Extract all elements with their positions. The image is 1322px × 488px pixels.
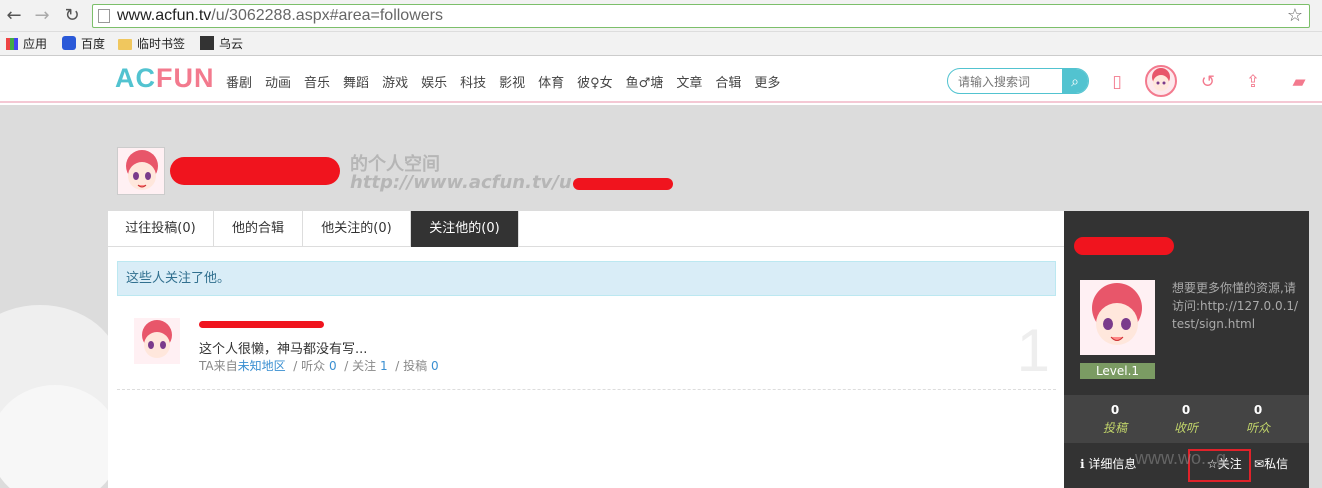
bookmark-star-icon[interactable]: ☆ bbox=[1287, 5, 1303, 26]
back-icon[interactable]: ← bbox=[4, 6, 24, 26]
apps-grid-icon bbox=[6, 38, 18, 50]
mobile-icon[interactable]: ▯ bbox=[1106, 71, 1128, 93]
search-box: ⌕ bbox=[947, 68, 1089, 94]
menu-item[interactable]: 彼♀女 bbox=[577, 72, 613, 91]
wooyun-icon bbox=[200, 36, 214, 50]
follower-avatar[interactable] bbox=[134, 318, 180, 364]
bookmarks-bar: 应用 百度 临时书签 乌云 bbox=[0, 32, 1322, 56]
message-button[interactable]: ✉私信 bbox=[1254, 455, 1288, 472]
site-header: ACFUN 番剧动画音乐舞蹈游戏娱乐科技影视体育彼♀女鱼♂塘文章合辑更多 ⌕ ▯… bbox=[0, 57, 1322, 103]
menu-item[interactable]: 文章 bbox=[676, 72, 702, 91]
menu-item[interactable]: 动画 bbox=[265, 72, 291, 91]
list-item: 这个人很懒，神马都没有写... TA来自未知地区 / 听众 0 / 关注 1 /… bbox=[117, 308, 1056, 390]
level-badge: Level.1 bbox=[1080, 363, 1155, 379]
main-panel: 过往投稿(0) 他的合辑 他关注的(0) 关注他的(0) 这些人关注了他。 这个… bbox=[108, 211, 1064, 488]
redaction-scribble bbox=[170, 157, 340, 185]
bookmark-baidu[interactable]: 百度 bbox=[62, 36, 105, 52]
upload-icon[interactable]: ⇪ bbox=[1242, 71, 1264, 93]
redaction-scribble bbox=[1074, 237, 1174, 255]
menu-item[interactable]: 番剧 bbox=[226, 72, 252, 91]
menu-item[interactable]: 鱼♂塘 bbox=[626, 72, 664, 91]
menu-item[interactable]: 体育 bbox=[538, 72, 564, 91]
profile-stats: 0 投稿 0 收听 0 听众 bbox=[1064, 395, 1309, 443]
bookmark-apps[interactable]: 应用 bbox=[6, 36, 47, 52]
menu-item[interactable]: 娱乐 bbox=[421, 72, 447, 91]
user-avatar[interactable] bbox=[1145, 65, 1177, 97]
tab-bar: 过往投稿(0) 他的合辑 他关注的(0) 关注他的(0) bbox=[108, 211, 1064, 247]
acfun-logo[interactable]: ACFUN bbox=[115, 63, 215, 94]
history-icon[interactable]: ↺ bbox=[1197, 71, 1219, 93]
bookmark-wooyun[interactable]: 乌云 bbox=[200, 36, 243, 52]
url-text: www.acfun.tv/u/3062288.aspx#area=followe… bbox=[117, 7, 443, 24]
profile-sidebar: 想要更多你懂的资源,请访问:http://127.0.0.1/test/sign… bbox=[1064, 211, 1309, 488]
redaction-scribble bbox=[573, 178, 673, 190]
tab-following[interactable]: 他关注的(0) bbox=[303, 211, 411, 247]
tab-followers[interactable]: 关注他的(0) bbox=[411, 211, 519, 247]
menu-item[interactable]: 更多 bbox=[754, 72, 780, 91]
follower-bio: 这个人很懒，神马都没有写... bbox=[199, 342, 368, 357]
details-button[interactable]: ℹ 详细信息 bbox=[1080, 455, 1136, 472]
info-notice: 这些人关注了他。 bbox=[117, 261, 1056, 296]
browser-toolbar: ← → ↻ www.acfun.tv/u/3062288.aspx#area=f… bbox=[0, 0, 1322, 32]
info-icon: ℹ bbox=[1080, 457, 1085, 471]
forward-icon[interactable]: → bbox=[32, 6, 52, 26]
menu-item[interactable]: 影视 bbox=[499, 72, 525, 91]
menu-item[interactable]: 科技 bbox=[460, 72, 486, 91]
baidu-paw-icon bbox=[62, 36, 76, 50]
mail-icon: ✉ bbox=[1254, 457, 1265, 471]
folder-icon bbox=[118, 39, 132, 50]
watermark: www.wo...g bbox=[1135, 448, 1227, 468]
redaction-scribble bbox=[199, 321, 324, 328]
reload-icon[interactable]: ↻ bbox=[62, 6, 82, 26]
space-url[interactable]: http://www.acfun.tv/u bbox=[350, 172, 572, 193]
tab-collections[interactable]: 他的合辑 bbox=[214, 211, 303, 247]
bookmark-folder[interactable]: 临时书签 bbox=[118, 36, 185, 52]
space-avatar bbox=[117, 147, 165, 195]
menu-item[interactable]: 舞蹈 bbox=[343, 72, 369, 91]
profile-description: 想要更多你懂的资源,请访问:http://127.0.0.1/test/sign… bbox=[1172, 281, 1299, 331]
menu-item[interactable]: 合辑 bbox=[715, 72, 741, 91]
menu-item[interactable]: 游戏 bbox=[382, 72, 408, 91]
page-icon bbox=[98, 9, 110, 23]
list-index: 1 bbox=[1016, 317, 1050, 384]
stat-followers[interactable]: 0 听众 bbox=[1228, 403, 1288, 436]
menu-item[interactable]: 音乐 bbox=[304, 72, 330, 91]
location-link[interactable]: 未知地区 bbox=[238, 359, 286, 373]
profile-avatar bbox=[1080, 280, 1155, 355]
follower-stats: TA来自未知地区 / 听众 0 / 关注 1 / 投稿 0 bbox=[199, 359, 439, 373]
folder-open-icon[interactable]: ▰ bbox=[1288, 71, 1310, 93]
search-icon[interactable]: ⌕ bbox=[1062, 69, 1088, 93]
stat-posts[interactable]: 0 投稿 bbox=[1085, 403, 1145, 436]
stat-following[interactable]: 0 收听 bbox=[1156, 403, 1216, 436]
main-menu: 番剧 动画 音乐 舞蹈 游戏 娱乐 科技 影视 体育 彼♀女 鱼♂塘 文章 合辑 更多 bbox=[226, 72, 793, 91]
tab-posts[interactable]: 过往投稿(0) bbox=[108, 211, 214, 247]
address-bar[interactable]: www.acfun.tv/u/3062288.aspx#area=followe… bbox=[92, 4, 1310, 28]
search-input[interactable] bbox=[958, 73, 1062, 90]
